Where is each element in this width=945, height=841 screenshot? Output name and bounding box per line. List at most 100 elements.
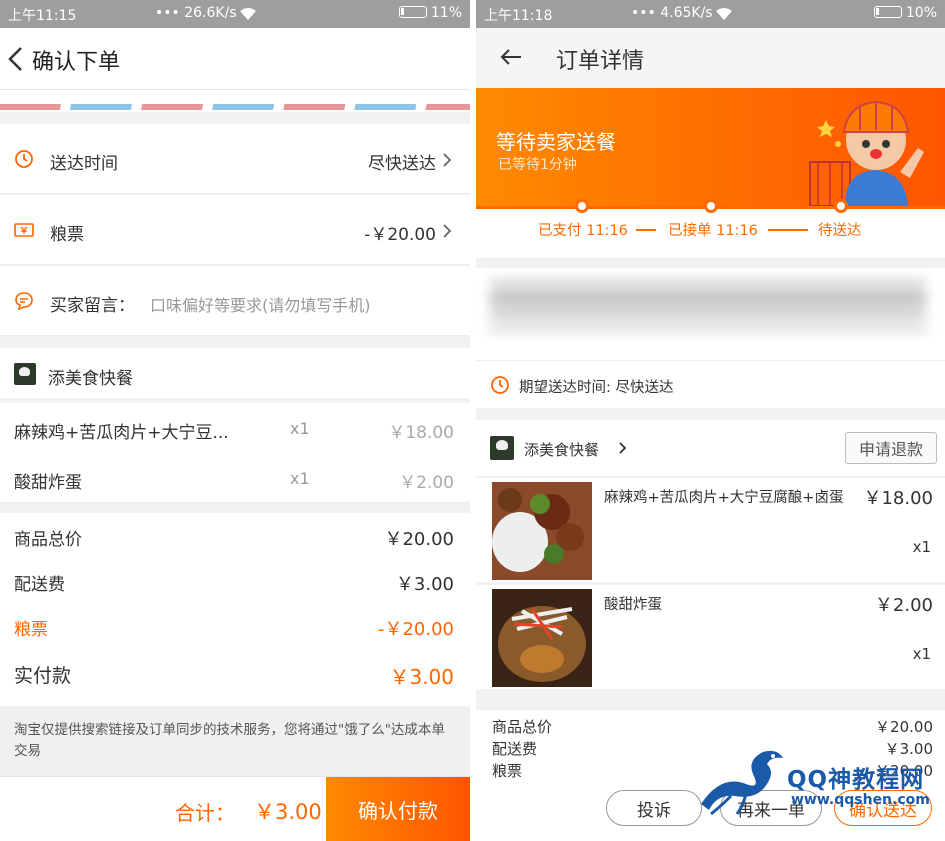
airmail-border — [0, 90, 470, 112]
delivery-fee-row: 配送费 ￥3.00 — [0, 558, 470, 603]
progress-dot — [704, 199, 718, 213]
goods-total-row: 商品总价 ￥20.00 — [492, 716, 933, 738]
goods-total-value: ￥20.00 — [384, 529, 454, 550]
order-item: 麻辣鸡+苦瓜肉片+大宁豆... x1 ￥18.00 — [0, 403, 470, 453]
buyer-message-label: 买家留言： — [50, 296, 135, 316]
clock-icon — [15, 150, 33, 168]
page-title: 订单详情 — [556, 49, 645, 74]
complain-button[interactable]: 投诉 — [606, 790, 702, 826]
progress-dot — [575, 199, 589, 213]
total-value: ￥3.00 — [254, 800, 322, 824]
goods-total-label: 商品总价 — [14, 530, 82, 550]
shop-header: 添美食快餐 — [0, 348, 470, 398]
item-price: ￥2.00 — [874, 595, 933, 616]
goods-total-label: 商品总价 — [492, 718, 553, 736]
voucher-discount-label: 粮票 — [14, 620, 48, 640]
progress-connector — [768, 229, 808, 231]
shop-name[interactable]: 添美食快餐 — [524, 439, 599, 460]
status-banner: 等待卖家送餐 已等待1分钟 — [476, 88, 945, 206]
payment-bar: 合计： ￥3.00 确认付款 — [0, 776, 470, 841]
shop-name: 添美食快餐 — [48, 369, 133, 389]
food-photo-fried-egg — [492, 589, 592, 687]
status-bar: 上午11:18 ••• 4.65K/s 10% — [476, 0, 945, 28]
clock-icon — [491, 376, 509, 394]
battery-icon — [398, 6, 427, 18]
voucher-label: 粮票 — [492, 762, 523, 780]
watermark-url: www.qqshen.com — [791, 792, 930, 808]
voucher-label: 粮票 — [50, 225, 84, 245]
wifi-icon — [240, 8, 256, 20]
watermark-title: QQ神教程网 — [787, 767, 925, 793]
page-title: 确认下单 — [32, 50, 121, 75]
progress-step-pending: 待送达 — [818, 223, 862, 239]
total-label: 合计： — [175, 801, 235, 825]
item-name: 麻辣鸡+苦瓜肉片+大宁豆腐酿+卤蛋 — [604, 490, 844, 506]
status-time: 上午11:15 — [8, 8, 77, 24]
order-item: 酸甜炸蛋 x1 ￥2.00 — [0, 453, 470, 503]
delivery-time-row[interactable]: 送达时间 尽快送达 — [0, 124, 470, 194]
paid-amount-label: 实付款 — [14, 665, 72, 687]
service-notice: 淘宝仅提供搜索链接及订单同步的技术服务，您将通过"饿了么"达成本单交易 — [0, 708, 470, 776]
delivery-fee-label: 配送费 — [492, 740, 538, 758]
status-bar: 上午11:15 ••• 26.6K/s 11% — [0, 0, 470, 28]
goods-total-row: 商品总价 ￥20.00 — [0, 513, 470, 558]
chevron-right-icon — [443, 224, 452, 238]
site-watermark: QQ神教程网 www.qqshen.com — [691, 744, 941, 816]
address-section-blurred — [476, 268, 945, 360]
chat-bubble-icon — [15, 292, 33, 311]
voucher-value: -￥20.00 — [364, 225, 436, 245]
confirm-order-screen: 上午11:15 ••• 26.6K/s 11% 确认下单 送达时间 尽快送达 粮… — [0, 0, 470, 841]
order-progress: 已支付 11:16 已接单 11:16 待送达 — [476, 199, 945, 258]
network-speed: ••• 4.65K/s — [631, 5, 713, 21]
item-name: 酸甜炸蛋 — [604, 597, 662, 613]
battery-icon — [873, 6, 902, 18]
waiting-time-text: 已等待1分钟 — [498, 157, 577, 173]
voucher-row[interactable]: 粮票 -￥20.00 — [0, 195, 470, 265]
item-price: ￥2.00 — [399, 473, 454, 493]
item-qty: x1 — [290, 419, 310, 438]
voucher-discount-row: 粮票 -￥20.00 — [0, 603, 470, 648]
progress-connector — [636, 229, 656, 231]
shop-logo — [14, 363, 36, 385]
ticket-icon — [14, 223, 34, 237]
expected-delivery-text: 期望送达时间: 尽快送达 — [519, 380, 674, 396]
order-detail-screen: 上午11:18 ••• 4.65K/s 10% 订单详情 等待卖家送餐 已等待1… — [476, 0, 945, 841]
paid-amount-row: 实付款 ￥3.00 — [0, 648, 470, 706]
confirm-payment-button[interactable]: 确认付款 — [326, 777, 470, 841]
back-arrow-icon[interactable] — [6, 45, 26, 73]
voucher-discount-value: -￥20.00 — [377, 619, 454, 640]
shop-header: 添美食快餐 申请退款 — [476, 420, 945, 476]
chevron-right-icon — [619, 442, 627, 454]
progress-step-accepted: 已接单 11:16 — [668, 223, 758, 239]
delivery-time-label: 送达时间 — [50, 154, 118, 174]
item-price: ￥18.00 — [388, 423, 454, 443]
paid-amount-value: ￥3.00 — [389, 665, 454, 689]
item-name: 麻辣鸡+苦瓜肉片+大宁豆... — [14, 423, 229, 443]
item-price: ￥18.00 — [863, 488, 933, 509]
battery-indicator: 11% — [398, 5, 462, 21]
nav-header: 订单详情 — [476, 28, 945, 88]
buyer-message-row[interactable]: 买家留言： 口味偏好等要求(请勿填写手机) — [0, 266, 470, 336]
delivery-fee-label: 配送费 — [14, 575, 65, 595]
back-arrow-icon[interactable] — [500, 48, 522, 66]
status-time: 上午11:18 — [484, 8, 553, 24]
nav-header: 确认下单 — [0, 28, 470, 90]
order-item: 酸甜炸蛋 ￥2.00 x1 — [476, 585, 945, 689]
courier-mascot-icon — [809, 100, 924, 206]
goods-total-value: ￥20.00 — [875, 718, 933, 736]
food-photo-spicy-chicken — [492, 482, 592, 580]
refund-button[interactable]: 申请退款 — [845, 432, 937, 464]
item-qty: x1 — [912, 538, 931, 556]
chevron-right-icon — [443, 153, 452, 167]
wifi-icon — [716, 8, 732, 20]
delivery-time-value: 尽快送达 — [368, 154, 436, 174]
progress-step-paid: 已支付 11:16 — [538, 223, 628, 239]
order-status-text: 等待卖家送餐 — [496, 130, 616, 154]
order-item: 麻辣鸡+苦瓜肉片+大宁豆腐酿+卤蛋 ￥18.00 x1 — [476, 478, 945, 582]
buyer-message-input[interactable]: 口味偏好等要求(请勿填写手机) — [150, 292, 371, 316]
battery-indicator: 10% — [873, 5, 937, 21]
delivery-fee-value: ￥3.00 — [395, 574, 454, 595]
item-qty: x1 — [290, 469, 310, 488]
dragon-logo-icon — [701, 750, 783, 816]
address-redacted — [490, 280, 926, 340]
